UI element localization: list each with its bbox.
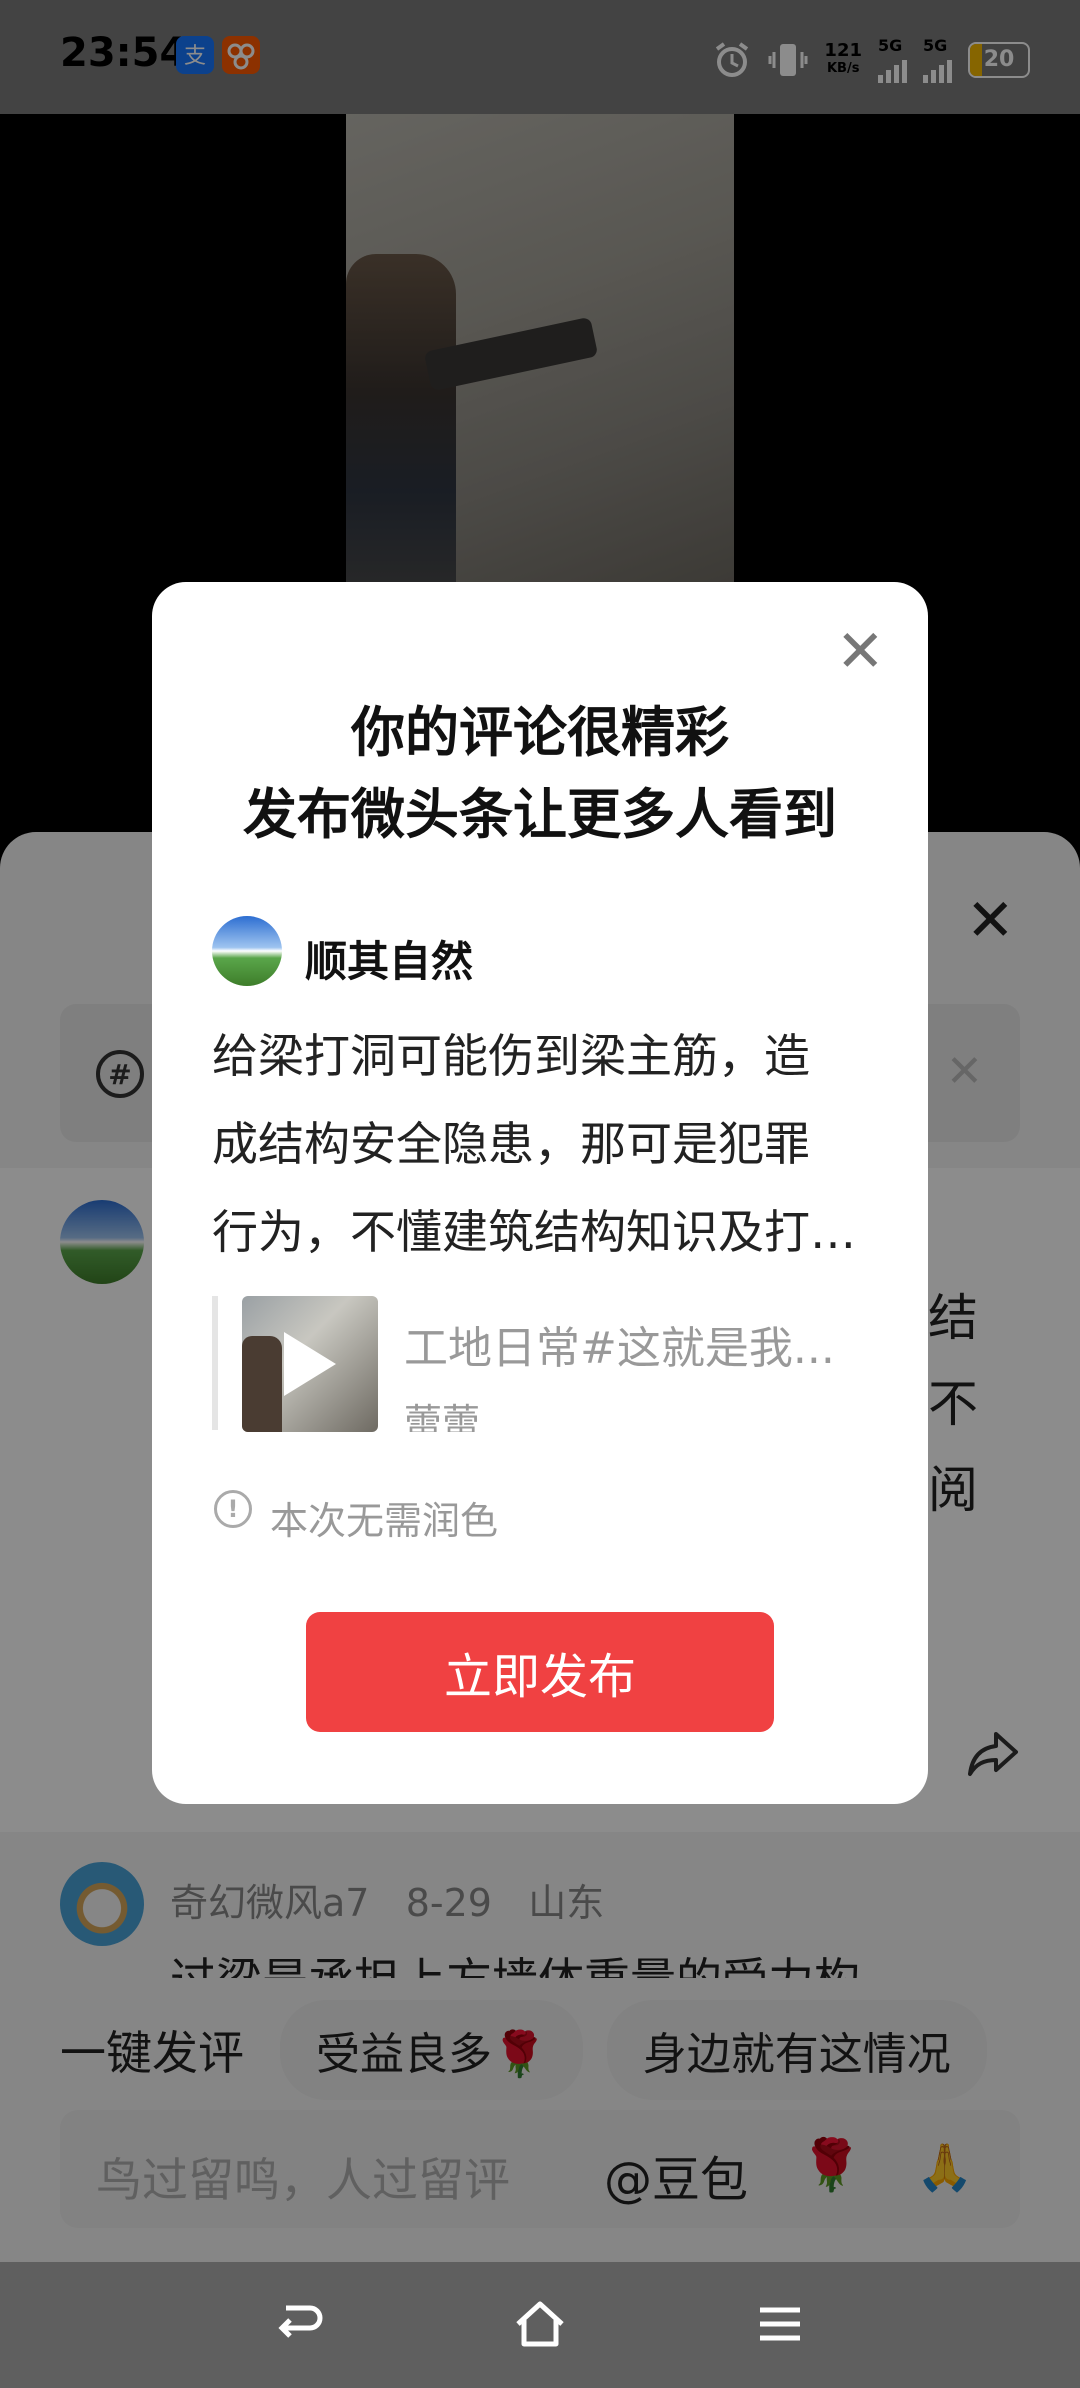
home-icon[interactable] xyxy=(512,2296,568,2352)
polish-hint: 本次无需润色 xyxy=(270,1499,499,1543)
back-icon[interactable] xyxy=(272,2296,328,2352)
quoted-author: 蕾蕾 xyxy=(404,1401,481,1432)
thumbnail-figure xyxy=(242,1336,282,1432)
dialog-subtitle: 发布微头条让更多人看到 xyxy=(243,783,837,846)
quote-divider xyxy=(212,1296,218,1430)
dialog-title: 你的评论很精彩 xyxy=(351,701,729,764)
dialog-user-name: 顺其自然 xyxy=(305,937,474,986)
quoted-video-thumbnail xyxy=(242,1296,378,1432)
avatar xyxy=(212,916,282,986)
menu-icon[interactable] xyxy=(752,2296,808,2352)
publish-now-button[interactable]: 立即发布 xyxy=(306,1612,774,1732)
dialog-comment-text: 给梁打洞可能伤到梁主筋，造 成结构安全隐患，那可是犯罪 行为，不懂建筑结构知识及… xyxy=(212,1012,874,1276)
close-icon[interactable]: ✕ xyxy=(836,622,885,680)
info-icon: ! xyxy=(214,1490,252,1528)
play-icon xyxy=(284,1332,336,1396)
comment-line: 行为，不懂建筑结构知识及打… xyxy=(212,1205,856,1259)
quoted-title: 工地日常#这就是我... xyxy=(404,1323,835,1374)
comment-line: 成结构安全隐患，那可是犯罪 xyxy=(212,1117,810,1171)
comment-line: 给梁打洞可能伤到梁主筋，造 xyxy=(212,1029,810,1083)
